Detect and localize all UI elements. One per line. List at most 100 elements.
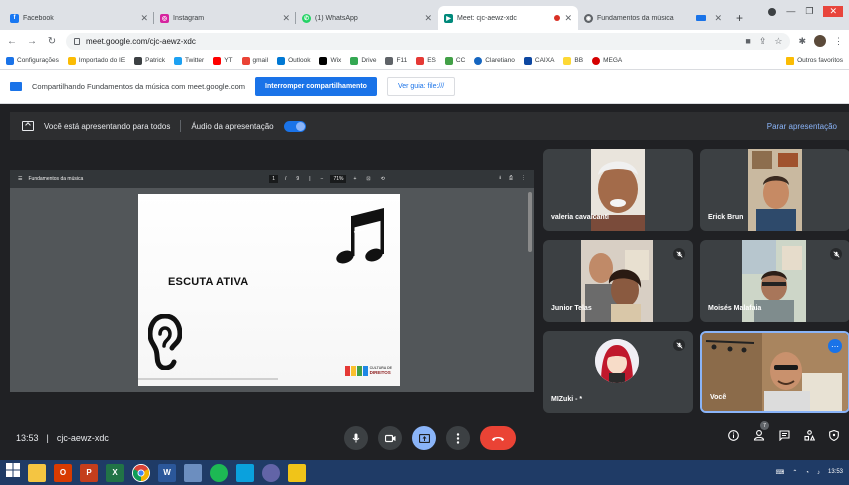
presentation-audio-label: Áudio da apresentação [191, 121, 274, 131]
participant-tile-erick[interactable]: Erick Brun [700, 149, 849, 231]
download-icon[interactable]: ⭳ [499, 175, 501, 183]
close-icon[interactable]: ✕ [282, 13, 290, 24]
word-icon[interactable]: W [158, 463, 176, 482]
menu-icon[interactable]: ☰ [18, 176, 22, 182]
volume-icon[interactable]: ♪ [817, 470, 820, 476]
address-bar[interactable]: meet.google.com/cjc-aewz-xdc ■ ⇪ ☆ [66, 32, 791, 50]
tab-whatsapp[interactable]: ✆ (1) WhatsApp ✕ [296, 6, 438, 30]
menu-icon[interactable]: ⋮ [834, 36, 843, 47]
view-tab-button[interactable]: Ver guia: file:/// [386, 77, 456, 96]
bookmark-configuracoes[interactable]: Configurações [6, 56, 59, 65]
bookmark-star-icon[interactable]: ☆ [774, 36, 782, 47]
chrome-icon[interactable] [132, 463, 150, 482]
reload-button[interactable]: ↻ [46, 36, 58, 47]
other-bookmarks[interactable]: Outros favoritos [786, 56, 843, 65]
bookmark-f11[interactable]: F11 [385, 56, 407, 65]
profile-avatar[interactable] [814, 35, 826, 47]
bookmark-bb[interactable]: BB [563, 56, 583, 65]
notepad-icon[interactable] [184, 463, 202, 482]
more-options-button[interactable] [446, 426, 470, 450]
bookmark-wix[interactable]: Wix [319, 56, 341, 65]
stop-presenting-button[interactable]: Parar apresentação [767, 122, 837, 131]
host-controls-button[interactable] [829, 428, 839, 446]
chevron-up-icon[interactable]: ⌃ [792, 469, 797, 476]
meeting-details-button[interactable] [728, 428, 739, 446]
file-explorer-icon[interactable] [28, 463, 46, 482]
share-icon[interactable]: ⇪ [759, 36, 767, 47]
bookmark-gmail[interactable]: gmail [241, 56, 268, 65]
outlook-app-icon[interactable]: O [54, 463, 72, 482]
print-icon[interactable]: ⎙ [509, 175, 513, 183]
back-button[interactable]: ← [6, 36, 18, 47]
clock[interactable]: 13:53 [828, 469, 843, 476]
participant-tile-valeria[interactable]: valeria cavalcanti [543, 149, 693, 231]
powerpoint-icon[interactable]: P [80, 463, 98, 482]
system-tray: ⌨ ⌃ ◔ ♪ 13:53 [776, 469, 843, 476]
minimize-button[interactable]: — [786, 6, 795, 17]
close-icon[interactable]: ✕ [564, 13, 572, 24]
spotify-icon[interactable] [210, 463, 228, 482]
bookmark-cc[interactable]: CC [444, 56, 465, 65]
fit-page-icon[interactable]: ⊡ [363, 175, 373, 183]
bookmark-mega[interactable]: MEGA [592, 56, 622, 65]
scrollbar[interactable] [528, 192, 532, 252]
bookmark-caixa[interactable]: CAIXA [523, 56, 554, 65]
tab-search-icon[interactable] [768, 8, 777, 16]
bookmark-twitter[interactable]: Twitter [174, 56, 204, 65]
microphone-button[interactable] [344, 426, 368, 450]
participant-tile-moises[interactable]: Moisés Malafaia [700, 240, 849, 322]
twitter-icon [174, 56, 183, 65]
windows-start-icon[interactable] [6, 463, 20, 482]
present-now-button[interactable] [412, 426, 436, 450]
new-tab-button[interactable]: + [728, 6, 751, 30]
tab-fundamentos[interactable]: ◉ Fundamentos da música ✕ [578, 6, 728, 30]
close-icon[interactable]: ✕ [424, 13, 432, 24]
app-icon[interactable] [262, 463, 280, 482]
more-options-button[interactable]: ⋯ [828, 339, 842, 353]
bookmark-patrick[interactable]: Patrick [134, 56, 165, 65]
bookmark-drive[interactable]: Drive [350, 56, 376, 65]
rotate-icon[interactable]: ⟲ [378, 175, 388, 183]
tab-title: Facebook [23, 14, 54, 22]
participant-tile-junior[interactable]: Junior Telas [543, 240, 693, 322]
excel-icon[interactable]: X [106, 463, 124, 482]
bookmark-es[interactable]: ES [416, 56, 436, 65]
bookmark-claretiano[interactable]: Claretiano [474, 56, 515, 65]
presentation-audio-toggle[interactable] [283, 120, 306, 132]
forward-button[interactable]: → [26, 36, 38, 47]
zoom-level[interactable]: 71% [330, 175, 347, 183]
bookmark-outlook[interactable]: Outlook [277, 56, 310, 65]
page-current[interactable]: 1 [269, 175, 279, 183]
extensions-icon[interactable]: ✱ [798, 36, 806, 47]
zoom-in-button[interactable]: + [350, 175, 359, 183]
bookmark-importado[interactable]: Importado do IE [67, 56, 125, 65]
chat-button[interactable] [779, 428, 790, 446]
close-icon[interactable]: ✕ [714, 13, 722, 24]
wifi-icon[interactable]: ◔ [805, 470, 809, 476]
bookmark-yt[interactable]: YT [213, 56, 233, 65]
participant-tile-self[interactable]: Você ⋯ [700, 331, 849, 413]
app-icon[interactable] [236, 463, 254, 482]
keyboard-icon[interactable]: ⌨ [776, 469, 785, 476]
mic-off-icon [830, 248, 842, 260]
participant-tile-mizuki[interactable]: MIZuki - * [543, 331, 693, 413]
people-button[interactable]: 7 [753, 421, 769, 446]
maximize-button[interactable]: ❐ [805, 6, 813, 17]
tab-instagram[interactable]: ◎ Instagram ✕ [154, 6, 296, 30]
camera-icon[interactable]: ■ [745, 36, 750, 47]
close-window-button[interactable]: ✕ [823, 6, 843, 17]
activities-button[interactable] [804, 428, 816, 446]
close-icon[interactable]: ✕ [140, 13, 148, 24]
tab-meet[interactable]: ▶ Meet: cjc-aewz-xdc ✕ [438, 6, 578, 30]
stop-sharing-button[interactable]: Interromper compartilhamento [255, 77, 377, 96]
participant-name: Moisés Malafaia [708, 305, 762, 312]
zoom-out-button[interactable]: − [318, 175, 327, 183]
leave-call-button[interactable] [480, 426, 516, 450]
more-icon[interactable]: ⋮ [521, 175, 526, 183]
app-icon[interactable] [288, 463, 306, 482]
globe-icon: ◉ [584, 13, 593, 23]
presenting-banner: Você está apresentando para todos Áudio … [10, 112, 849, 140]
tab-facebook[interactable]: f Facebook ✕ [4, 6, 154, 30]
meeting-controls: 13:53 | cjc-aewz-xdc 7 [0, 416, 849, 460]
camera-button[interactable] [378, 426, 402, 450]
